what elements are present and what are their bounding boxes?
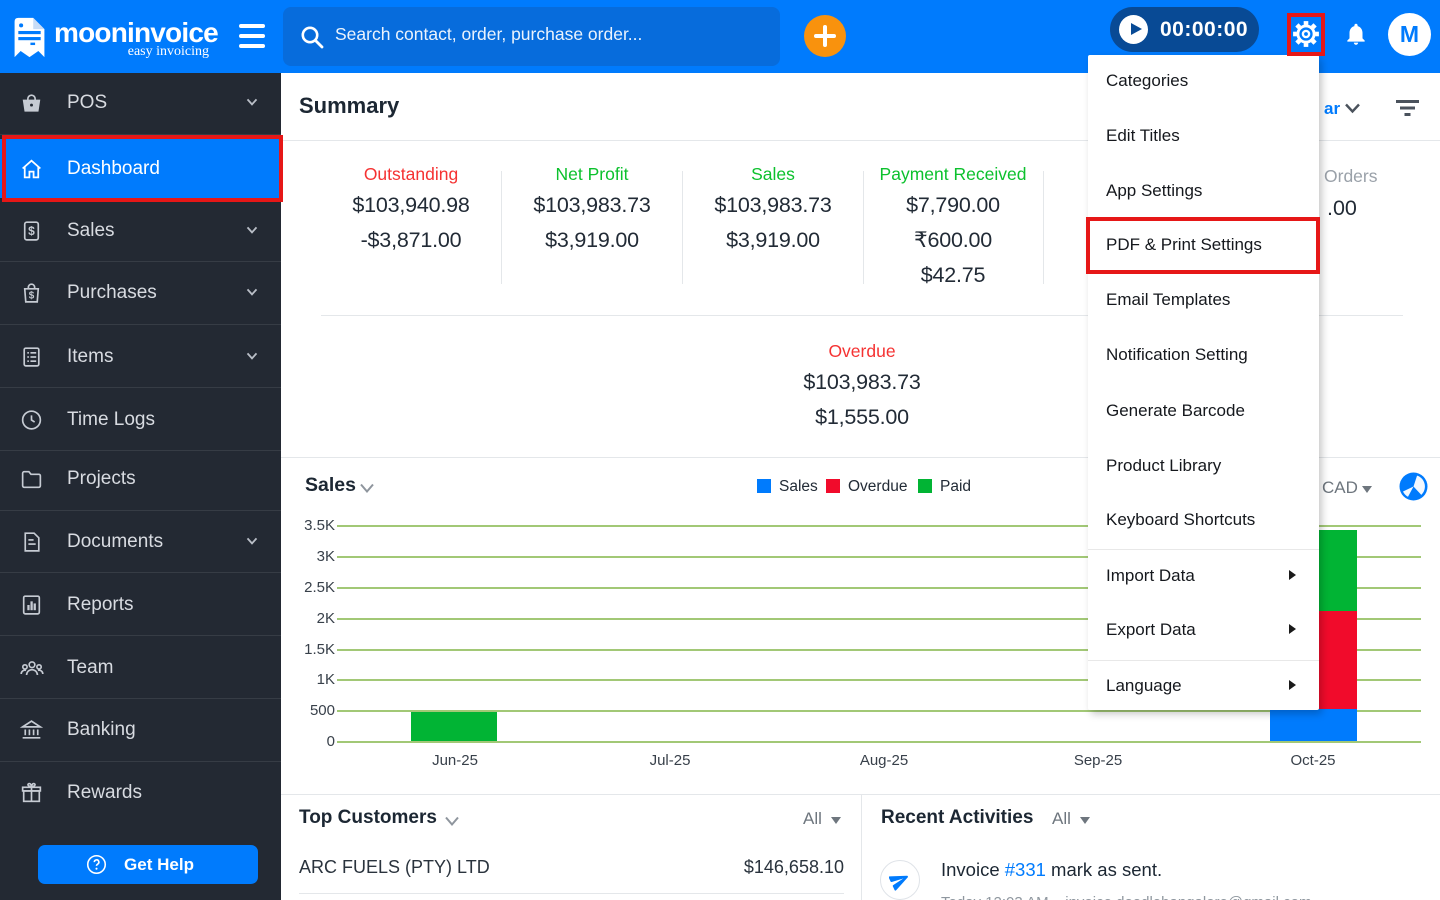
svg-text:$: $ [28, 224, 35, 238]
svg-text:$: $ [29, 291, 35, 302]
